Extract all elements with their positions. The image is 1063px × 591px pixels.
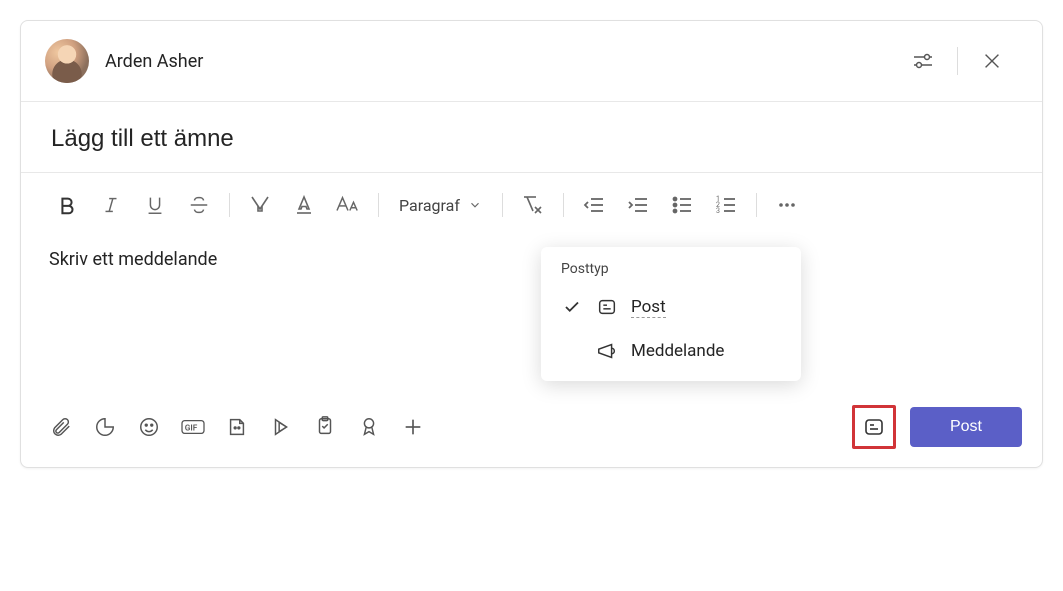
toolbar-separator [756, 193, 757, 217]
popup-item-announcement[interactable]: Meddelande [541, 329, 801, 373]
more-options-button[interactable] [769, 187, 805, 223]
subject-row [21, 102, 1042, 173]
paragraph-style-select[interactable]: Paragraf [391, 187, 490, 223]
strikethrough-button[interactable] [181, 187, 217, 223]
post-icon [595, 295, 619, 319]
close-icon[interactable] [970, 39, 1014, 83]
add-extension-icon[interactable] [393, 407, 433, 447]
loop-icon[interactable] [85, 407, 125, 447]
font-color-button[interactable] [286, 187, 322, 223]
header-actions [901, 39, 1014, 83]
post-button[interactable]: Post [910, 407, 1022, 447]
decrease-indent-button[interactable] [576, 187, 612, 223]
message-composer: Arden Asher [20, 20, 1043, 468]
svg-text:3: 3 [716, 207, 720, 215]
clear-formatting-button[interactable] [515, 187, 551, 223]
attachment-icon[interactable] [41, 407, 81, 447]
popup-item-label: Meddelande [631, 341, 724, 361]
bottom-right: Post [852, 405, 1022, 449]
post-icon [862, 415, 886, 439]
popup-item-post[interactable]: Post [541, 285, 801, 329]
paragraph-label: Paragraf [399, 196, 460, 215]
sticker-icon[interactable] [217, 407, 257, 447]
toolbar-separator [563, 193, 564, 217]
formatting-toolbar: Paragraf 123 [21, 173, 1042, 237]
numbered-list-button[interactable]: 123 [708, 187, 744, 223]
popup-title: Posttyp [541, 261, 801, 285]
font-size-button[interactable] [330, 187, 366, 223]
header-divider [957, 47, 958, 75]
chevron-down-icon [468, 198, 482, 212]
author-name: Arden Asher [105, 51, 203, 72]
approvals-icon[interactable] [305, 407, 345, 447]
toolbar-separator [229, 193, 230, 217]
emoji-icon[interactable] [129, 407, 169, 447]
settings-sliders-icon[interactable] [901, 39, 945, 83]
toolbar-separator [378, 193, 379, 217]
svg-text:GIF: GIF [185, 424, 198, 434]
post-type-button[interactable] [852, 405, 896, 449]
bulleted-list-button[interactable] [664, 187, 700, 223]
praise-icon[interactable] [349, 407, 389, 447]
stream-icon[interactable] [261, 407, 301, 447]
message-body[interactable]: Skriv ett meddelande Posttyp Post Meddel… [21, 237, 1042, 397]
check-placeholder [561, 340, 583, 362]
bottom-toolbar: GIF Post [21, 397, 1042, 467]
bold-button[interactable] [49, 187, 85, 223]
composer-header: Arden Asher [21, 21, 1042, 102]
increase-indent-button[interactable] [620, 187, 656, 223]
post-type-popup: Posttyp Post Meddelande [541, 247, 801, 381]
avatar [45, 39, 89, 83]
check-icon [561, 296, 583, 318]
italic-button[interactable] [93, 187, 129, 223]
megaphone-icon [595, 339, 619, 363]
gif-icon[interactable]: GIF [173, 407, 213, 447]
popup-item-label: Post [631, 297, 666, 318]
highlight-button[interactable] [242, 187, 278, 223]
underline-button[interactable] [137, 187, 173, 223]
toolbar-separator [502, 193, 503, 217]
subject-input[interactable] [49, 124, 1014, 154]
body-placeholder: Skriv ett meddelande [49, 249, 1014, 270]
